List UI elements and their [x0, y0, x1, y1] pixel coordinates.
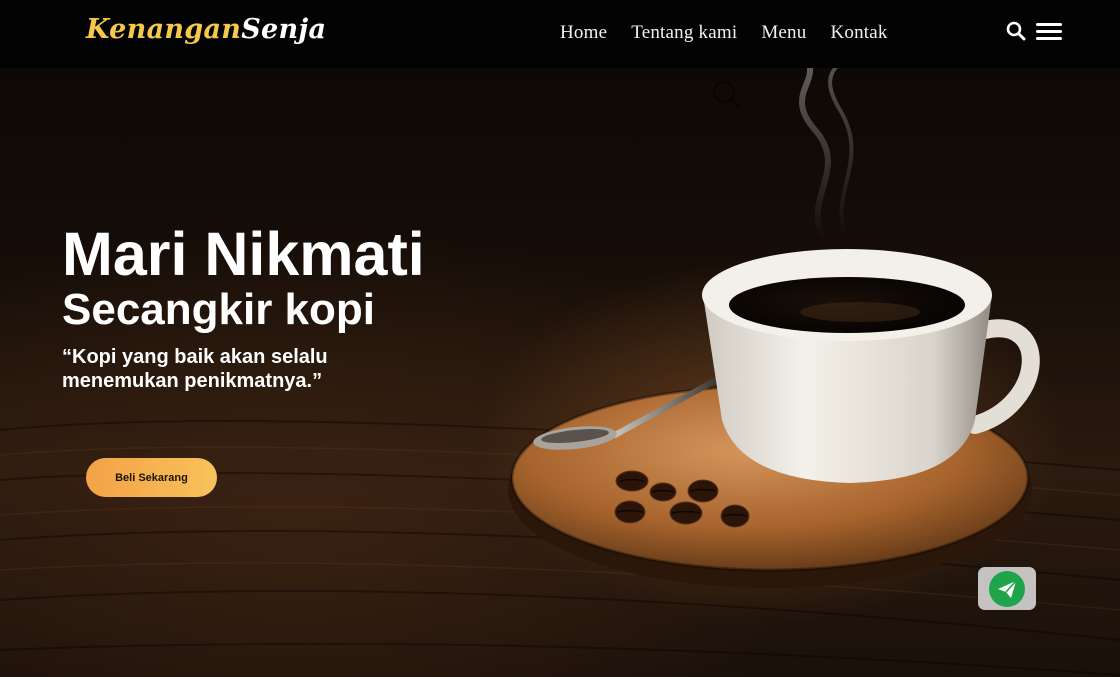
hamburger-menu-icon[interactable] — [1036, 21, 1062, 41]
navbar: KenanganSenja Home Tentang kami Menu Kon… — [0, 0, 1120, 68]
nav-menu: Home Tentang kami Menu Kontak — [560, 22, 888, 44]
brand-primary: Kenangan — [86, 14, 242, 45]
nav-about[interactable]: Tentang kami — [631, 22, 737, 44]
brand-logo[interactable]: KenanganSenja — [86, 14, 326, 45]
nav-contact[interactable]: Kontak — [830, 22, 887, 44]
coffee-cup-illustration — [0, 38, 1120, 676]
hero-background — [0, 0, 1120, 677]
telegram-icon — [989, 571, 1025, 607]
buy-now-button[interactable]: Beli Sekarang — [86, 458, 217, 497]
hero-quote: “Kopi yang baik akan selalu menemukan pe… — [62, 346, 328, 392]
nav-home[interactable]: Home — [560, 22, 607, 44]
hero-subtitle: Secangkir kopi — [62, 285, 376, 334]
nav-menu-link[interactable]: Menu — [761, 22, 806, 44]
telegram-floating-button[interactable] — [978, 567, 1036, 610]
hero-title: Mari Nikmati — [62, 220, 425, 288]
brand-secondary: Senja — [241, 14, 327, 45]
search-icon[interactable] — [1006, 21, 1026, 41]
